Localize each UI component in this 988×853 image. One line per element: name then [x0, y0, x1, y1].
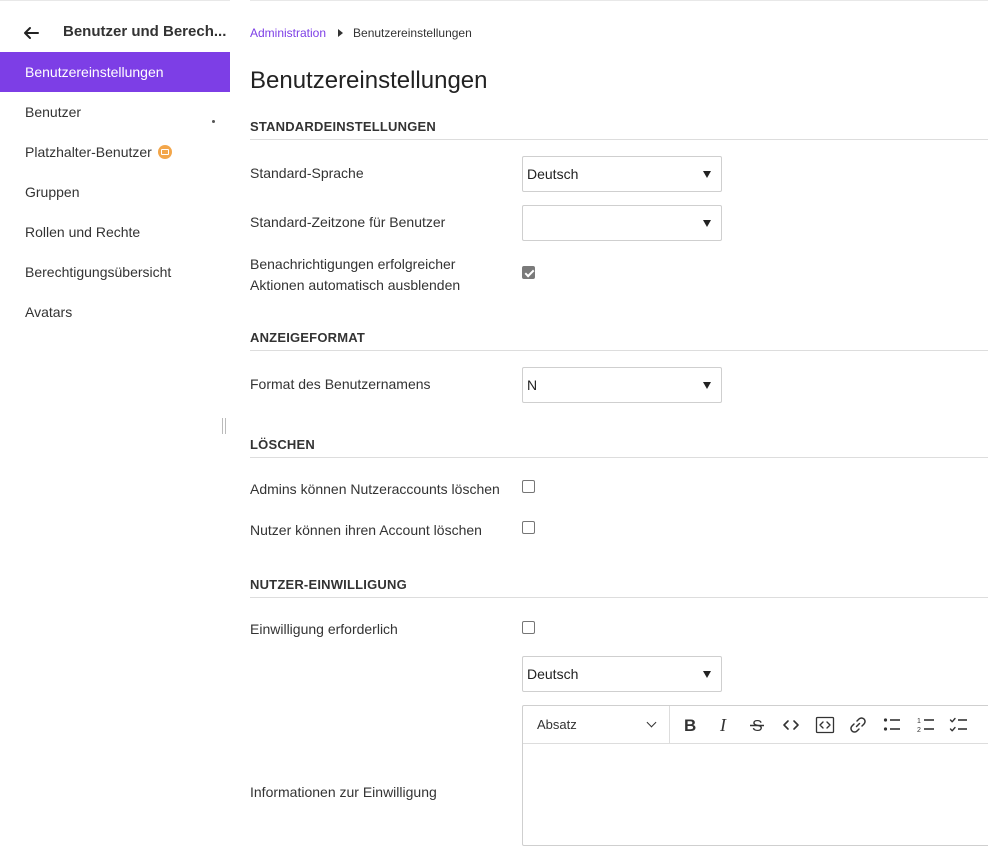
- users-delete-checkbox[interactable]: [522, 521, 535, 534]
- bold-icon: B: [684, 716, 696, 735]
- consent-info-editor: Absatz B I S 1 2: [522, 705, 988, 846]
- select-value: Deutsch: [527, 166, 579, 182]
- chevron-down-icon: [646, 717, 657, 728]
- sidebar-title: Benutzer und Berech...: [63, 23, 227, 40]
- section-heading-display-format: ANZEIGEFORMAT: [250, 330, 988, 351]
- svg-text:1: 1: [917, 718, 921, 725]
- sidebar-item-placeholder-users[interactable]: Platzhalter-Benutzer: [0, 132, 230, 172]
- consent-info-label: Informationen zur Einwilligung: [250, 784, 437, 800]
- sidebar-item-label: Platzhalter-Benutzer: [25, 144, 152, 160]
- select-value: N: [527, 377, 538, 393]
- breadcrumb-link-administration[interactable]: Administration: [250, 26, 326, 40]
- sidebar-item-permissions-overview[interactable]: Berechtigungsübersicht: [0, 252, 230, 292]
- hide-notifications-label-line2: Aktionen automatisch ausblenden: [250, 277, 461, 293]
- sidebar-item-label: Benutzereinstellungen: [25, 64, 164, 80]
- paragraph-style-label: Absatz: [537, 717, 577, 732]
- hide-notifications-checkbox[interactable]: [522, 266, 535, 279]
- default-timezone-label: Standard-Zeitzone für Benutzer: [250, 214, 446, 230]
- code-block-icon: [815, 716, 835, 734]
- section-heading-defaults: STANDARDEINSTELLUNGEN: [250, 119, 988, 140]
- dropdown-arrow-icon: [703, 671, 711, 678]
- dropdown-arrow-icon: [703, 382, 711, 389]
- sidebar: Benutzer und Berech... Benutzereinstellu…: [0, 0, 230, 853]
- sidebar-header: Benutzer und Berech...: [0, 13, 230, 53]
- back-arrow-icon[interactable]: [22, 25, 40, 41]
- italic-button[interactable]: I: [710, 711, 738, 739]
- link-button[interactable]: [844, 711, 872, 739]
- page-title: Benutzereinstellungen: [250, 67, 488, 94]
- code-button[interactable]: [777, 711, 805, 739]
- sidebar-item-avatars[interactable]: Avatars: [0, 292, 230, 332]
- breadcrumb-current: Benutzereinstellungen: [353, 26, 472, 40]
- code-block-button[interactable]: [811, 711, 839, 739]
- hide-notifications-label-line1: Benachrichtigungen erfolgreicher: [250, 256, 456, 272]
- bulleted-list-button[interactable]: [878, 711, 906, 739]
- breadcrumb-separator-icon: [338, 29, 344, 37]
- sidebar-item-label: Rollen und Rechte: [25, 224, 141, 240]
- italic-icon: I: [719, 715, 727, 735]
- sidebar-resize-handle[interactable]: [222, 418, 226, 434]
- consent-required-checkbox[interactable]: [522, 621, 535, 634]
- expand-dot-icon: [212, 120, 215, 123]
- numbered-list-button[interactable]: 12: [912, 711, 940, 739]
- bold-button[interactable]: B: [676, 711, 704, 739]
- default-language-label: Standard-Sprache: [250, 165, 364, 181]
- sidebar-item-groups[interactable]: Gruppen: [0, 172, 230, 212]
- consent-language-select[interactable]: Deutsch: [522, 656, 722, 692]
- default-timezone-select[interactable]: [522, 205, 722, 241]
- username-format-select[interactable]: N: [522, 367, 722, 403]
- dropdown-arrow-icon: [703, 171, 711, 178]
- bulleted-list-icon: [883, 718, 900, 731]
- svg-text:S: S: [752, 718, 763, 735]
- dropdown-arrow-icon: [703, 220, 711, 227]
- select-value: Deutsch: [527, 666, 579, 682]
- section-heading-deletion: LÖSCHEN: [250, 437, 988, 458]
- strikethrough-button[interactable]: S: [743, 711, 771, 739]
- users-delete-label: Nutzer können ihren Account löschen: [250, 522, 482, 538]
- editor-toolbar: Absatz B I S 1 2: [523, 706, 988, 744]
- breadcrumb: Administration Benutzereinstellungen: [250, 26, 472, 40]
- sidebar-item-roles[interactable]: Rollen und Rechte: [0, 212, 230, 252]
- sidebar-item-label: Gruppen: [25, 184, 80, 200]
- editor-content-area[interactable]: [523, 744, 988, 845]
- section-heading-consent: NUTZER-EINWILLIGUNG: [250, 577, 988, 598]
- admins-delete-checkbox[interactable]: [522, 480, 535, 493]
- task-list-button[interactable]: [945, 711, 973, 739]
- admins-delete-label: Admins können Nutzeraccounts löschen: [250, 481, 500, 497]
- sidebar-item-users[interactable]: Benutzer: [0, 92, 230, 132]
- paragraph-style-dropdown[interactable]: Absatz: [523, 706, 670, 744]
- sidebar-item-label: Benutzer: [25, 104, 82, 120]
- svg-text:B: B: [684, 716, 696, 735]
- svg-text:2: 2: [917, 727, 921, 734]
- code-icon: [783, 720, 799, 730]
- hide-notifications-label: Benachrichtigungen erfolgreicher Aktione…: [250, 254, 460, 296]
- username-format-label: Format des Benutzernamens: [250, 376, 431, 392]
- sidebar-item-label: Berechtigungsübersicht: [25, 264, 172, 280]
- numbered-list-icon: 12: [917, 718, 934, 734]
- main-content: Administration Benutzereinstellungen Ben…: [250, 0, 988, 853]
- task-list-icon: [949, 717, 967, 732]
- sidebar-item-label: Avatars: [25, 304, 73, 320]
- consent-required-label: Einwilligung erforderlich: [250, 621, 398, 637]
- link-icon: [850, 717, 866, 733]
- enterprise-badge-icon: [157, 145, 172, 159]
- default-language-select[interactable]: Deutsch: [522, 156, 722, 192]
- strikethrough-icon: S: [750, 718, 764, 735]
- svg-text:I: I: [719, 715, 727, 735]
- sidebar-item-user-settings[interactable]: Benutzereinstellungen: [0, 52, 230, 92]
